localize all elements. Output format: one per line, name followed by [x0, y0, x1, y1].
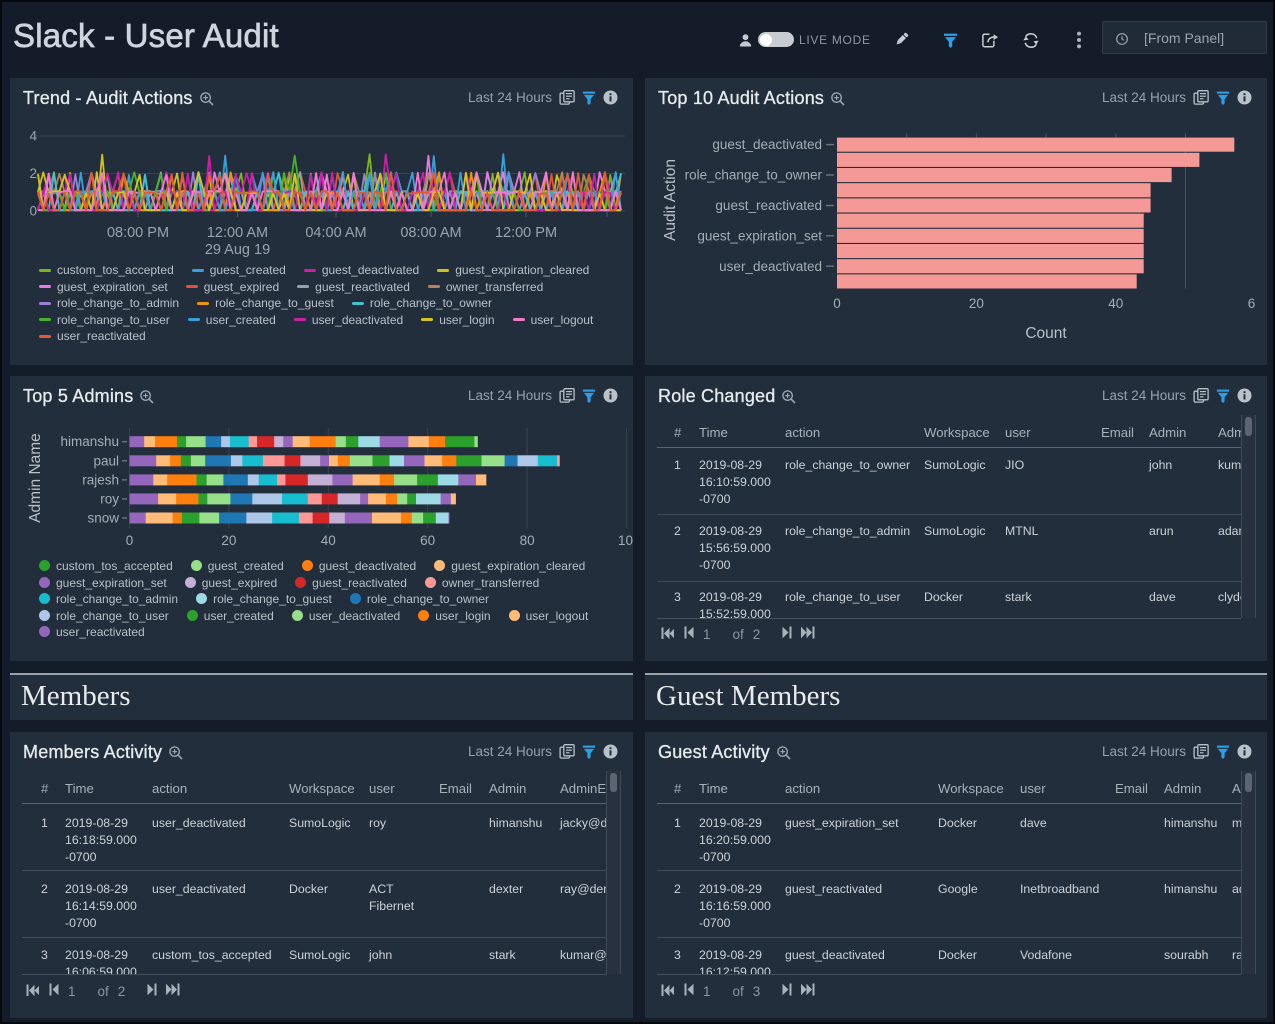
svg-text:08:00 PM: 08:00 PM [107, 225, 169, 241]
svg-text:role_change_to_owner: role_change_to_owner [685, 168, 823, 183]
svg-text:04:00 AM: 04:00 AM [305, 225, 366, 241]
svg-text:0: 0 [29, 204, 37, 219]
svg-text:20: 20 [221, 533, 236, 548]
svg-text:rajesh: rajesh [82, 472, 119, 487]
svg-text:guest_deactivated: guest_deactivated [712, 137, 822, 152]
svg-text:60: 60 [420, 533, 435, 548]
svg-text:40: 40 [1108, 296, 1123, 311]
svg-text:6: 6 [1248, 296, 1256, 311]
svg-text:4: 4 [29, 129, 37, 144]
svg-text:himanshu: himanshu [60, 434, 119, 449]
svg-text:20: 20 [969, 296, 984, 311]
svg-text:08:00 AM: 08:00 AM [400, 225, 461, 241]
svg-text:80: 80 [520, 533, 535, 548]
svg-text:0: 0 [126, 533, 134, 548]
svg-text:Count: Count [1025, 325, 1067, 342]
svg-text:Audit Action: Audit Action [662, 159, 679, 241]
svg-text:snow: snow [87, 511, 119, 526]
svg-text:29 Aug 19: 29 Aug 19 [205, 242, 270, 258]
svg-text:2: 2 [29, 166, 37, 181]
svg-text:guest_reactivated: guest_reactivated [715, 198, 822, 213]
svg-text:12:00 PM: 12:00 PM [495, 225, 557, 241]
svg-text:roy: roy [100, 491, 119, 506]
svg-text:10: 10 [618, 533, 633, 548]
svg-text:40: 40 [321, 533, 336, 548]
svg-text:guest_expiration_set: guest_expiration_set [697, 228, 822, 243]
svg-text:paul: paul [93, 453, 119, 468]
svg-text:user_deactivated: user_deactivated [719, 259, 822, 274]
svg-text:Admin Name: Admin Name [27, 433, 44, 523]
svg-text:0: 0 [833, 296, 841, 311]
svg-text:12:00 AM: 12:00 AM [207, 225, 268, 241]
